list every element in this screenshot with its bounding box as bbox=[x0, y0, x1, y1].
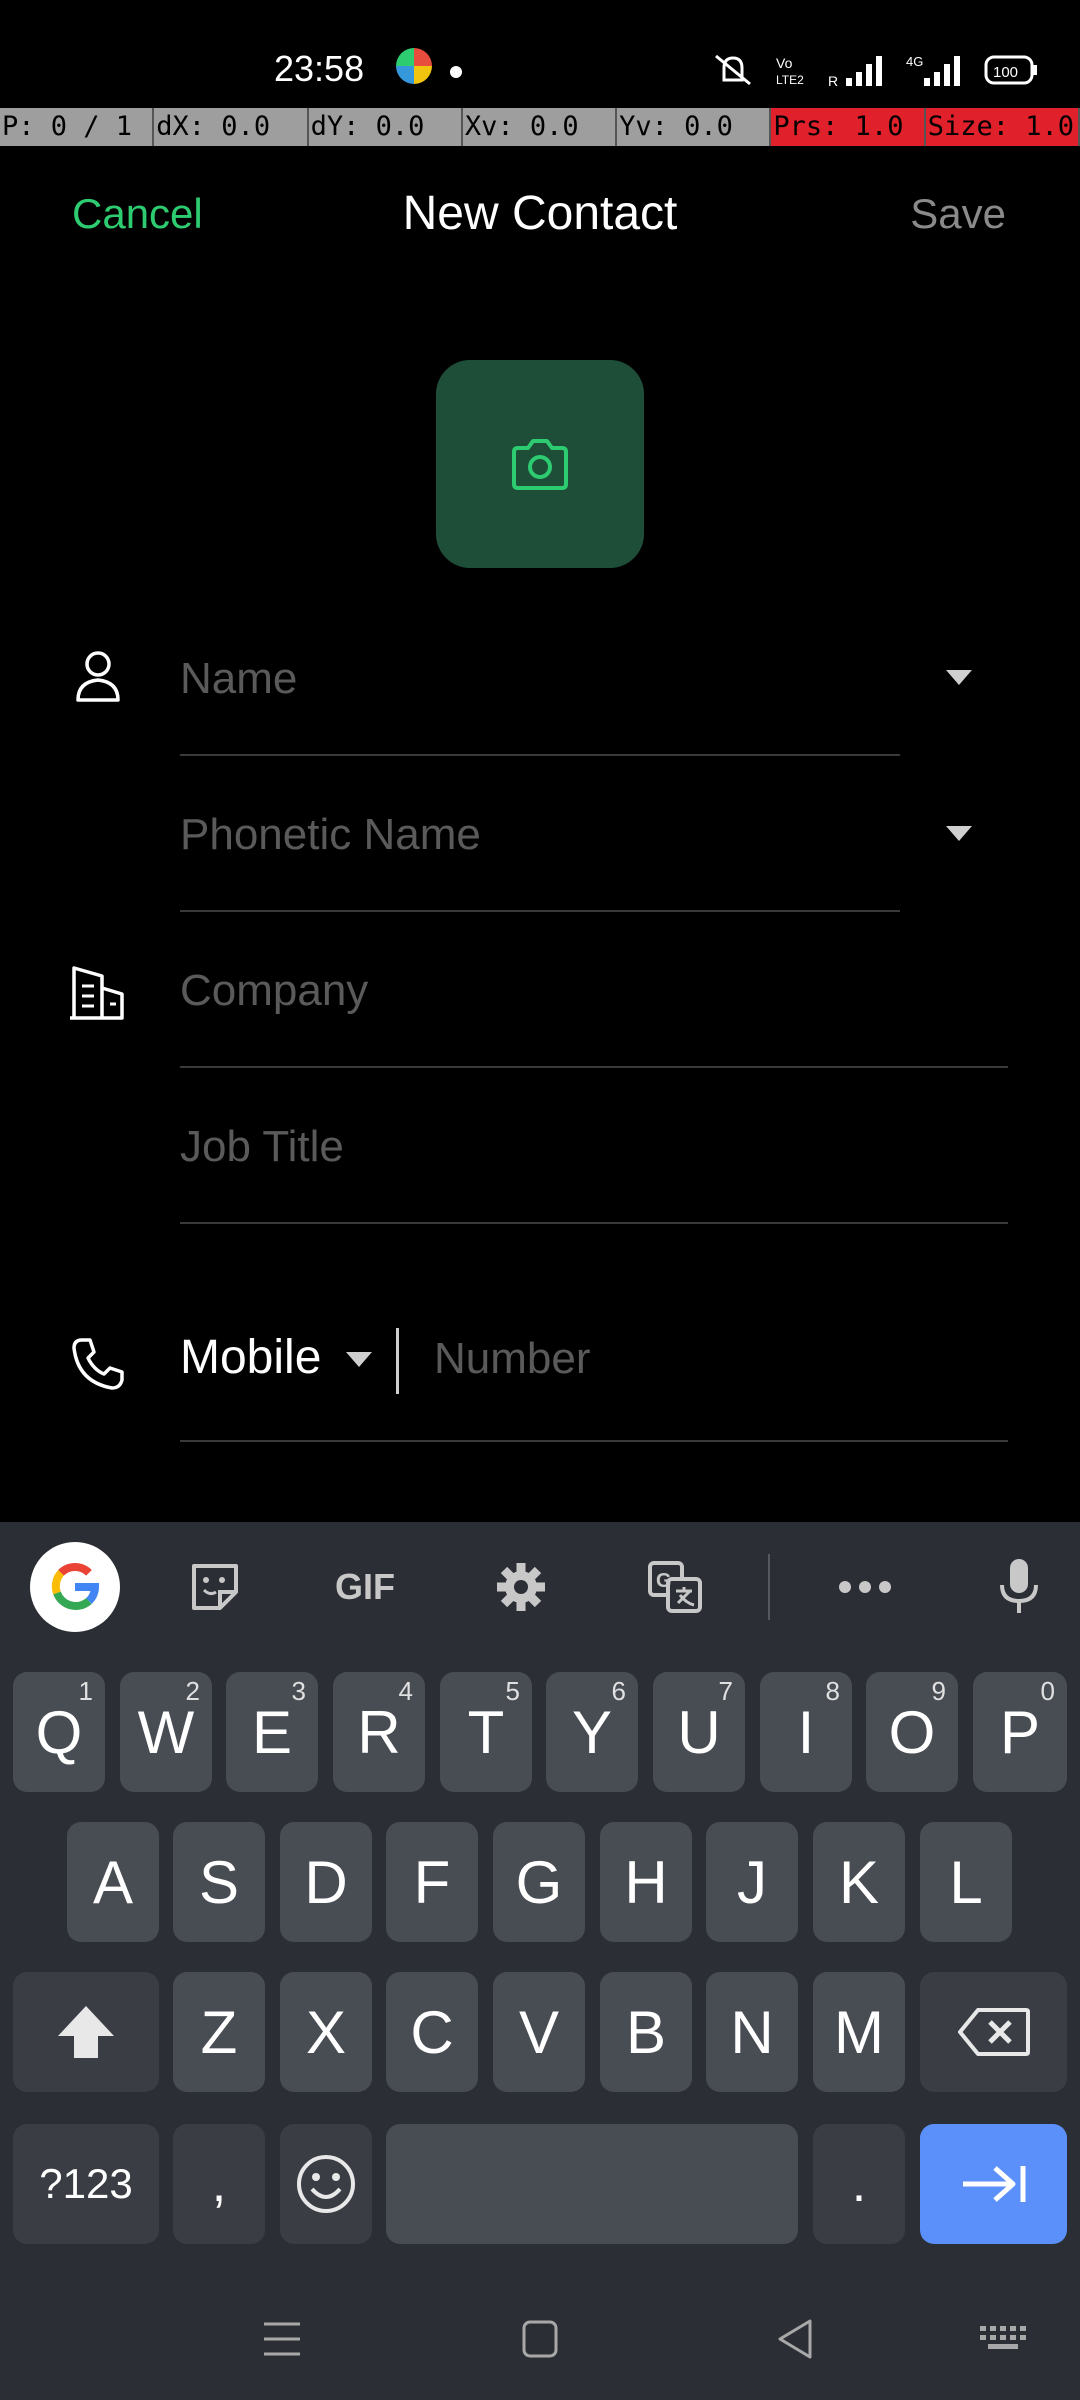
key-s[interactable]: S bbox=[173, 1822, 265, 1942]
signal-r-icon: R bbox=[828, 56, 882, 88]
key-o[interactable]: O9 bbox=[866, 1672, 958, 1792]
signal-4g-icon: 4G bbox=[906, 54, 960, 86]
expand-phonetic-chevron-down-icon[interactable] bbox=[946, 826, 972, 841]
next-field-key[interactable] bbox=[920, 2124, 1067, 2244]
menu-icon[interactable] bbox=[262, 2320, 302, 2358]
key-q[interactable]: Q1 bbox=[13, 1672, 105, 1792]
translate-icon[interactable]: G bbox=[640, 1552, 710, 1622]
expand-name-chevron-down-icon[interactable] bbox=[946, 670, 972, 685]
debug-pressure: Prs: 1.0 bbox=[771, 108, 926, 146]
debug-dx: dX: 0.0 bbox=[154, 108, 309, 146]
back-icon[interactable] bbox=[776, 2318, 814, 2360]
company-placeholder: Company bbox=[180, 966, 369, 1015]
debug-pointer: P: 0 / 1 bbox=[0, 108, 155, 146]
add-photo-button[interactable] bbox=[436, 360, 644, 568]
comma-key[interactable]: , bbox=[173, 2124, 265, 2244]
navigation-bar bbox=[0, 2280, 1080, 2400]
svg-text:Vo: Vo bbox=[776, 55, 793, 71]
toolbar-divider bbox=[768, 1554, 770, 1620]
emoji-key[interactable] bbox=[280, 2124, 372, 2244]
sticker-icon[interactable] bbox=[180, 1552, 250, 1622]
key-x[interactable]: X bbox=[280, 1972, 372, 2092]
number-placeholder[interactable]: Number bbox=[434, 1334, 591, 1384]
debug-xv: Xv: 0.0 bbox=[462, 108, 618, 146]
debug-dy: dY: 0.0 bbox=[308, 108, 463, 146]
svg-text:R: R bbox=[828, 73, 838, 88]
keyboard-hide-icon[interactable] bbox=[978, 2324, 1028, 2356]
backspace-key[interactable] bbox=[920, 1972, 1067, 2092]
key-y[interactable]: Y6 bbox=[546, 1672, 638, 1792]
key-w[interactable]: W2 bbox=[120, 1672, 212, 1792]
phone-type-chevron-down-icon[interactable] bbox=[346, 1352, 372, 1367]
key-k[interactable]: K bbox=[813, 1822, 905, 1942]
job-title-placeholder: Job Title bbox=[180, 1122, 344, 1171]
space-key[interactable] bbox=[386, 2124, 798, 2244]
status-icons: Vo LTE2 R 4G 100 bbox=[710, 50, 1040, 90]
key-c[interactable]: C bbox=[386, 1972, 478, 2092]
pointer-debug-overlay: P: 0 / 1 dX: 0.0 dY: 0.0 Xv: 0.0 Yv: 0.0… bbox=[0, 108, 1080, 146]
key-j[interactable]: J bbox=[706, 1822, 798, 1942]
key-t[interactable]: T5 bbox=[440, 1672, 532, 1792]
phone-type-select[interactable]: Mobile bbox=[180, 1330, 321, 1385]
svg-text:G: G bbox=[656, 1570, 672, 1592]
camera-icon bbox=[512, 439, 568, 490]
emoji-icon bbox=[297, 2155, 355, 2213]
key-d[interactable]: D bbox=[280, 1822, 372, 1942]
status-time: 23:58 bbox=[274, 48, 365, 89]
key-z[interactable]: Z bbox=[173, 1972, 265, 2092]
google-g-icon bbox=[51, 1563, 100, 1611]
key-p[interactable]: P0 bbox=[973, 1672, 1067, 1792]
keyboard bbox=[0, 1522, 1080, 2400]
mute-icon bbox=[715, 54, 751, 86]
symbols-key[interactable]: ?123 bbox=[13, 2124, 159, 2244]
debug-size: Size: 1.0 bbox=[925, 108, 1080, 146]
tab-arrow-icon bbox=[962, 2166, 1025, 2202]
keyboard-toolbar: GIF G bbox=[0, 1522, 1080, 1650]
key-f[interactable]: F bbox=[386, 1822, 478, 1942]
gif-button[interactable]: GIF bbox=[330, 1552, 400, 1622]
backspace-icon bbox=[957, 2008, 1030, 2056]
company-field[interactable]: Company bbox=[180, 916, 1008, 1068]
more-options-icon[interactable] bbox=[830, 1552, 900, 1622]
key-n[interactable]: N bbox=[706, 1972, 798, 2092]
google-button[interactable] bbox=[30, 1542, 120, 1632]
svg-text:LTE2: LTE2 bbox=[776, 73, 804, 87]
svg-text:100: 100 bbox=[993, 64, 1018, 81]
text-cursor bbox=[396, 1328, 399, 1394]
shift-key[interactable] bbox=[13, 1972, 159, 2092]
key-e[interactable]: E3 bbox=[226, 1672, 318, 1792]
key-a[interactable]: A bbox=[67, 1822, 159, 1942]
key-l[interactable]: L bbox=[920, 1822, 1012, 1942]
shift-arrow-icon bbox=[58, 2006, 114, 2058]
home-icon[interactable] bbox=[522, 2320, 558, 2358]
notification-dot-icon bbox=[450, 66, 462, 78]
period-key[interactable]: . bbox=[813, 2124, 905, 2244]
job-title-field[interactable]: Job Title bbox=[180, 1072, 1008, 1224]
phonetic-name-field[interactable]: Phonetic Name bbox=[180, 760, 972, 912]
microphone-icon[interactable] bbox=[984, 1552, 1054, 1622]
save-button[interactable]: Save bbox=[910, 190, 1006, 238]
svg-text:4G: 4G bbox=[906, 54, 923, 69]
building-icon bbox=[70, 966, 124, 1020]
key-b[interactable]: B bbox=[600, 1972, 692, 2092]
gear-icon[interactable] bbox=[486, 1552, 556, 1622]
key-u[interactable]: U7 bbox=[653, 1672, 745, 1792]
debug-yv: Yv: 0.0 bbox=[617, 108, 772, 146]
volte-icon: Vo LTE2 bbox=[776, 55, 804, 87]
person-icon bbox=[76, 651, 120, 702]
app-notification-icon bbox=[396, 48, 432, 84]
name-field[interactable]: Name bbox=[180, 604, 972, 756]
number-underline bbox=[180, 1440, 1008, 1442]
key-i[interactable]: I8 bbox=[760, 1672, 852, 1792]
key-h[interactable]: H bbox=[600, 1822, 692, 1942]
name-placeholder: Name bbox=[180, 654, 298, 703]
phone-icon bbox=[72, 1338, 124, 1390]
battery-icon: 100 bbox=[984, 55, 1037, 85]
key-v[interactable]: V bbox=[493, 1972, 585, 2092]
phonetic-name-placeholder: Phonetic Name bbox=[180, 810, 481, 859]
key-g[interactable]: G bbox=[493, 1822, 585, 1942]
key-r[interactable]: R4 bbox=[333, 1672, 425, 1792]
key-m[interactable]: M bbox=[813, 1972, 905, 2092]
